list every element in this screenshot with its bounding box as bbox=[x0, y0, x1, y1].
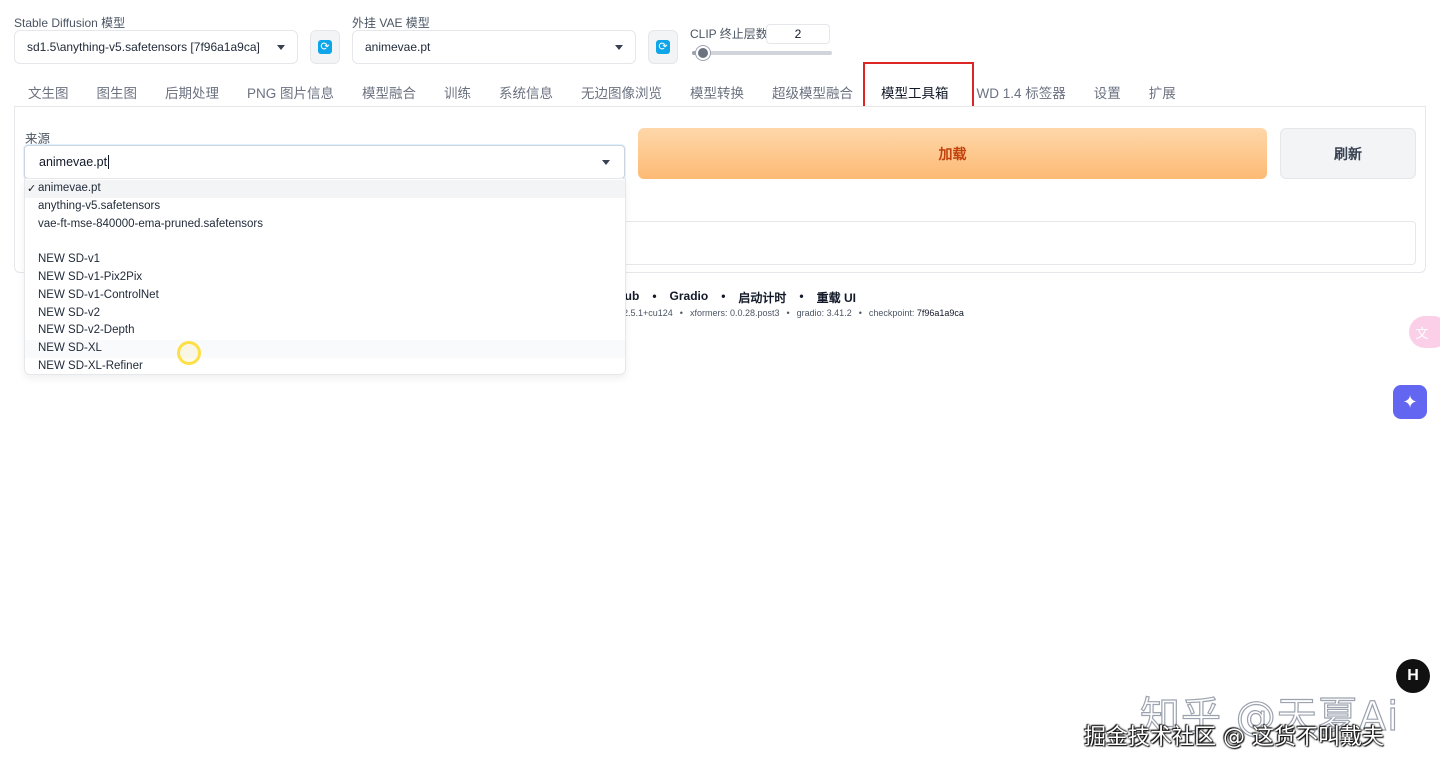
tab-0[interactable]: 文生图 bbox=[14, 82, 83, 102]
tab-12[interactable]: 设置 bbox=[1080, 82, 1135, 102]
sd-model-value: sd1.5\anything-v5.safetensors [7f96a1a9c… bbox=[27, 40, 260, 54]
sd-model-label: Stable Diffusion 模型 bbox=[14, 16, 126, 30]
vae-model-value: animevae.pt bbox=[365, 40, 431, 54]
dropdown-option-label: NEW SD-v2 bbox=[38, 306, 100, 319]
source-dropdown-list: ✓ animevae.pt anything-v5.safetensors vae-f… bbox=[24, 178, 626, 375]
dropdown-option-label: anything-v5.safetensors bbox=[38, 199, 161, 212]
source-select[interactable]: animevae.pt bbox=[24, 145, 625, 179]
mouse-cursor-highlight bbox=[177, 341, 201, 365]
tab-7[interactable]: 无边图像浏览 bbox=[567, 82, 676, 102]
footer-version-text: checkpoint: bbox=[868, 308, 917, 318]
clip-label: CLIP 终止层数 bbox=[690, 27, 768, 41]
chevron-down-icon bbox=[602, 159, 610, 165]
checkmark-icon: ✓ bbox=[27, 182, 37, 195]
clip-number-input[interactable]: 2 bbox=[766, 24, 830, 44]
dropdown-option bbox=[25, 233, 625, 251]
dropdown-option-label: NEW SD-v1-Pix2Pix bbox=[38, 270, 143, 283]
dropdown-option[interactable]: NEW SD-XL-Refiner bbox=[25, 358, 625, 376]
footer-link[interactable]: 启动计时 bbox=[738, 289, 786, 306]
tab-11[interactable]: WD 1.4 标签器 bbox=[963, 82, 1080, 102]
tab-13[interactable]: 扩展 bbox=[1135, 82, 1190, 102]
dropdown-option-label: NEW SD-XL-Refiner bbox=[38, 359, 143, 372]
footer-version-text: : 2.5.1+cu124 bbox=[618, 308, 673, 318]
dropdown-option[interactable]: NEW SD-v2-Depth bbox=[25, 322, 625, 340]
translate-icon[interactable]: 文 bbox=[1409, 316, 1440, 348]
tab-bar: 文生图 图生图 后期处理 PNG 图片信息 模型融合 训练 系统信息 无边图像浏览 模型转换 超级… bbox=[14, 78, 1190, 106]
refresh-button[interactable]: 刷新 bbox=[1280, 128, 1416, 179]
sd-model-select[interactable]: sd1.5\anything-v5.safetensors [7f96a1a9c… bbox=[14, 30, 298, 64]
tab-6[interactable]: 系统信息 bbox=[485, 82, 567, 102]
tab-4[interactable]: 模型融合 bbox=[348, 82, 430, 102]
dropdown-option-label: animevae.pt bbox=[38, 182, 101, 194]
tab-9[interactable]: 超级模型融合 bbox=[758, 82, 867, 102]
footer-link[interactable]: Gradio bbox=[670, 289, 709, 306]
clip-slider-track[interactable] bbox=[692, 51, 832, 55]
dropdown-option[interactable]: NEW SD-XL bbox=[25, 340, 625, 358]
footer-links: ithub•Gradio•启动计时•重载 UI bbox=[610, 289, 856, 306]
dropdown-option[interactable]: NEW SD-v1 bbox=[25, 251, 625, 269]
h-floating-button[interactable]: H bbox=[1396, 659, 1430, 693]
footer-version-text: gradio: 3.41.2 bbox=[796, 308, 852, 318]
footer-separator: • bbox=[721, 289, 726, 303]
chevron-down-icon bbox=[277, 44, 285, 50]
tab-1[interactable]: 图生图 bbox=[83, 82, 152, 102]
footer-separator: • bbox=[858, 308, 862, 318]
dropdown-option-label: NEW SD-v2-Depth bbox=[38, 324, 135, 337]
footer-checkpoint-hash: 7f96a1a9ca bbox=[916, 308, 964, 318]
juejin-watermark: 掘金技术社区 @ 这货不叫戴夫 bbox=[1084, 725, 1384, 750]
footer-version-text: xformers: 0.0.28.post3 bbox=[689, 308, 780, 318]
dropdown-option[interactable]: NEW SD-v1-Pix2Pix bbox=[25, 269, 625, 287]
footer-separator: • bbox=[786, 308, 790, 318]
source-value: animevae.pt bbox=[39, 154, 108, 169]
footer-link[interactable]: 重载 UI bbox=[817, 289, 856, 306]
chevron-down-icon bbox=[615, 44, 623, 50]
footer-separator: • bbox=[799, 289, 804, 303]
dropdown-option-label: vae-ft-mse-840000-ema-pruned.safetensors bbox=[38, 217, 264, 230]
tab-3[interactable]: PNG 图片信息 bbox=[233, 82, 348, 102]
refresh-icon: ⟳ bbox=[656, 40, 670, 54]
dropdown-option[interactable]: NEW SD-v2 bbox=[25, 305, 625, 323]
load-button[interactable]: 加载 bbox=[638, 128, 1267, 179]
dropdown-option-label: NEW SD-v1-ControlNet bbox=[38, 288, 159, 301]
dropdown-option-label: NEW SD-v1 bbox=[38, 253, 100, 266]
text-cursor bbox=[108, 155, 110, 170]
refresh-icon: ⟳ bbox=[318, 40, 332, 54]
dropdown-option[interactable]: vae-ft-mse-840000-ema-pruned.safetensors bbox=[25, 216, 625, 234]
tab-8[interactable]: 模型转换 bbox=[676, 82, 758, 102]
footer-versions: : 2.5.1+cu124 • xformers: 0.0.28.post3 • gra… bbox=[618, 308, 964, 318]
footer-separator: • bbox=[652, 289, 657, 303]
clip-slider-thumb[interactable] bbox=[696, 46, 711, 60]
vae-model-select[interactable]: animevae.pt bbox=[352, 30, 636, 64]
ai-assistant-icon[interactable]: ✦ bbox=[1393, 385, 1427, 419]
dropdown-option[interactable]: anything-v5.safetensors bbox=[25, 198, 625, 216]
dropdown-option-label: NEW SD-XL bbox=[38, 342, 102, 355]
vae-model-refresh-button[interactable]: ⟳ bbox=[648, 30, 678, 64]
dropdown-option[interactable]: ✓ animevae.pt bbox=[25, 180, 625, 198]
tab-2[interactable]: 后期处理 bbox=[151, 82, 233, 102]
tab-5[interactable]: 训练 bbox=[430, 82, 485, 102]
vae-model-label: 外挂 VAE 模型 bbox=[352, 16, 430, 30]
dropdown-option[interactable]: NEW SD-v1-ControlNet bbox=[25, 287, 625, 305]
footer-separator: • bbox=[679, 308, 683, 318]
sd-model-refresh-button[interactable]: ⟳ bbox=[310, 30, 340, 64]
